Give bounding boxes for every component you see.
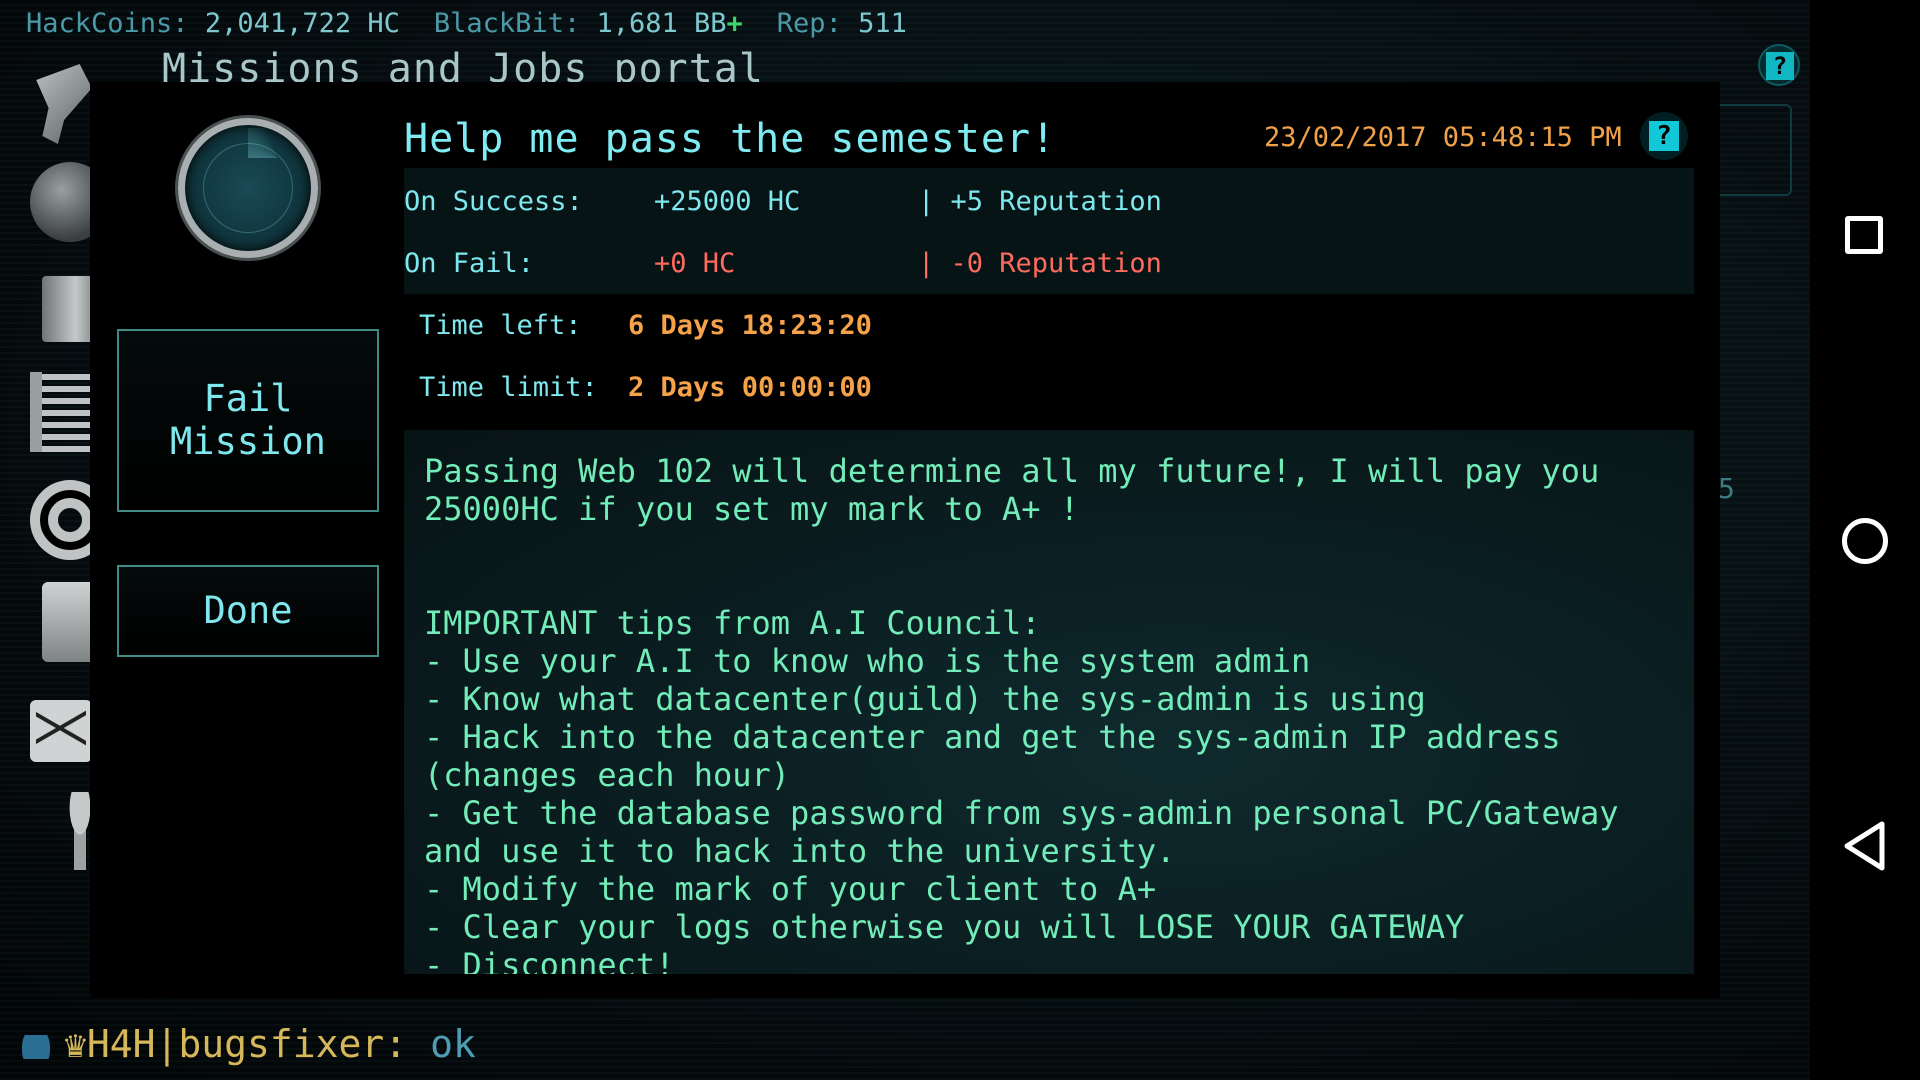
background-panel bbox=[1718, 104, 1792, 196]
hackcoins-label: HackCoins: bbox=[26, 8, 189, 39]
time-limit-label: Time limit: bbox=[419, 372, 598, 403]
on-fail-reputation: | -0 Reputation bbox=[918, 248, 1162, 279]
background-number: 5 bbox=[1718, 472, 1735, 505]
on-success-amount: +25000 HC bbox=[654, 186, 801, 217]
mission-date: 23/02/2017 05:48:15 PM bbox=[1264, 122, 1622, 153]
time-limit-row: Time limit: 2 Days 00:00:00 bbox=[419, 372, 872, 403]
chat-message: ok bbox=[407, 1022, 476, 1066]
help-glyph: ? bbox=[1649, 121, 1679, 151]
on-fail-label: On Fail: bbox=[404, 248, 535, 279]
rep-value: 511 bbox=[858, 8, 907, 39]
on-success-label: On Success: bbox=[404, 186, 583, 217]
time-left-value: 6 Days 18:23:20 bbox=[628, 310, 872, 341]
chat-avatar-icon bbox=[22, 1026, 50, 1067]
square-icon[interactable] bbox=[1845, 216, 1883, 254]
time-left-row: Time left: 6 Days 18:23:20 bbox=[419, 310, 872, 341]
on-fail-amount: +0 HC bbox=[654, 248, 736, 279]
chat-username: H4H|bugsfixer: bbox=[86, 1022, 408, 1066]
triangle-back-icon[interactable] bbox=[1842, 820, 1888, 872]
mission-description-panel[interactable]: Passing Web 102 will determine all my fu… bbox=[404, 430, 1694, 974]
done-button[interactable]: Done bbox=[117, 565, 379, 657]
chip-icon[interactable] bbox=[30, 372, 90, 452]
circle-icon[interactable] bbox=[1842, 518, 1888, 564]
crown-icon: ♛ bbox=[64, 1022, 87, 1066]
game-screen: HackCoins: 2,041,722 HC BlackBit: 1,681 B… bbox=[0, 0, 1810, 1080]
chat-line[interactable]: ♛H4H|bugsfixer: ok bbox=[22, 1022, 476, 1067]
fail-mission-button[interactable]: Fail Mission bbox=[117, 329, 379, 512]
add-blackbit-button[interactable]: + bbox=[727, 8, 743, 39]
rep-label: Rep: bbox=[776, 8, 842, 39]
mission-title: Help me pass the semester! bbox=[404, 116, 1057, 162]
mission-help-icon[interactable]: ? bbox=[1640, 112, 1688, 160]
help-glyph: ? bbox=[1766, 52, 1794, 80]
blackbit-value: 1,681 BB bbox=[596, 8, 727, 39]
mail-icon[interactable] bbox=[30, 700, 92, 762]
stats-bar: HackCoins: 2,041,722 HC BlackBit: 1,681 B… bbox=[26, 8, 907, 39]
radar-icon bbox=[178, 118, 318, 258]
tool-icon[interactable] bbox=[36, 64, 92, 144]
on-success-reputation: | +5 Reputation bbox=[918, 186, 1162, 217]
mission-description: Passing Web 102 will determine all my fu… bbox=[424, 452, 1619, 974]
time-limit-value: 2 Days 00:00:00 bbox=[628, 372, 872, 403]
time-left-label: Time left: bbox=[419, 310, 582, 341]
blackbit-label: BlackBit: bbox=[433, 8, 581, 39]
hackcoins-value: 2,041,722 HC bbox=[204, 8, 400, 39]
background-help-icon[interactable]: ? bbox=[1758, 44, 1800, 86]
rewards-panel: On Success: +25000 HC | +5 Reputation On… bbox=[404, 168, 1694, 294]
